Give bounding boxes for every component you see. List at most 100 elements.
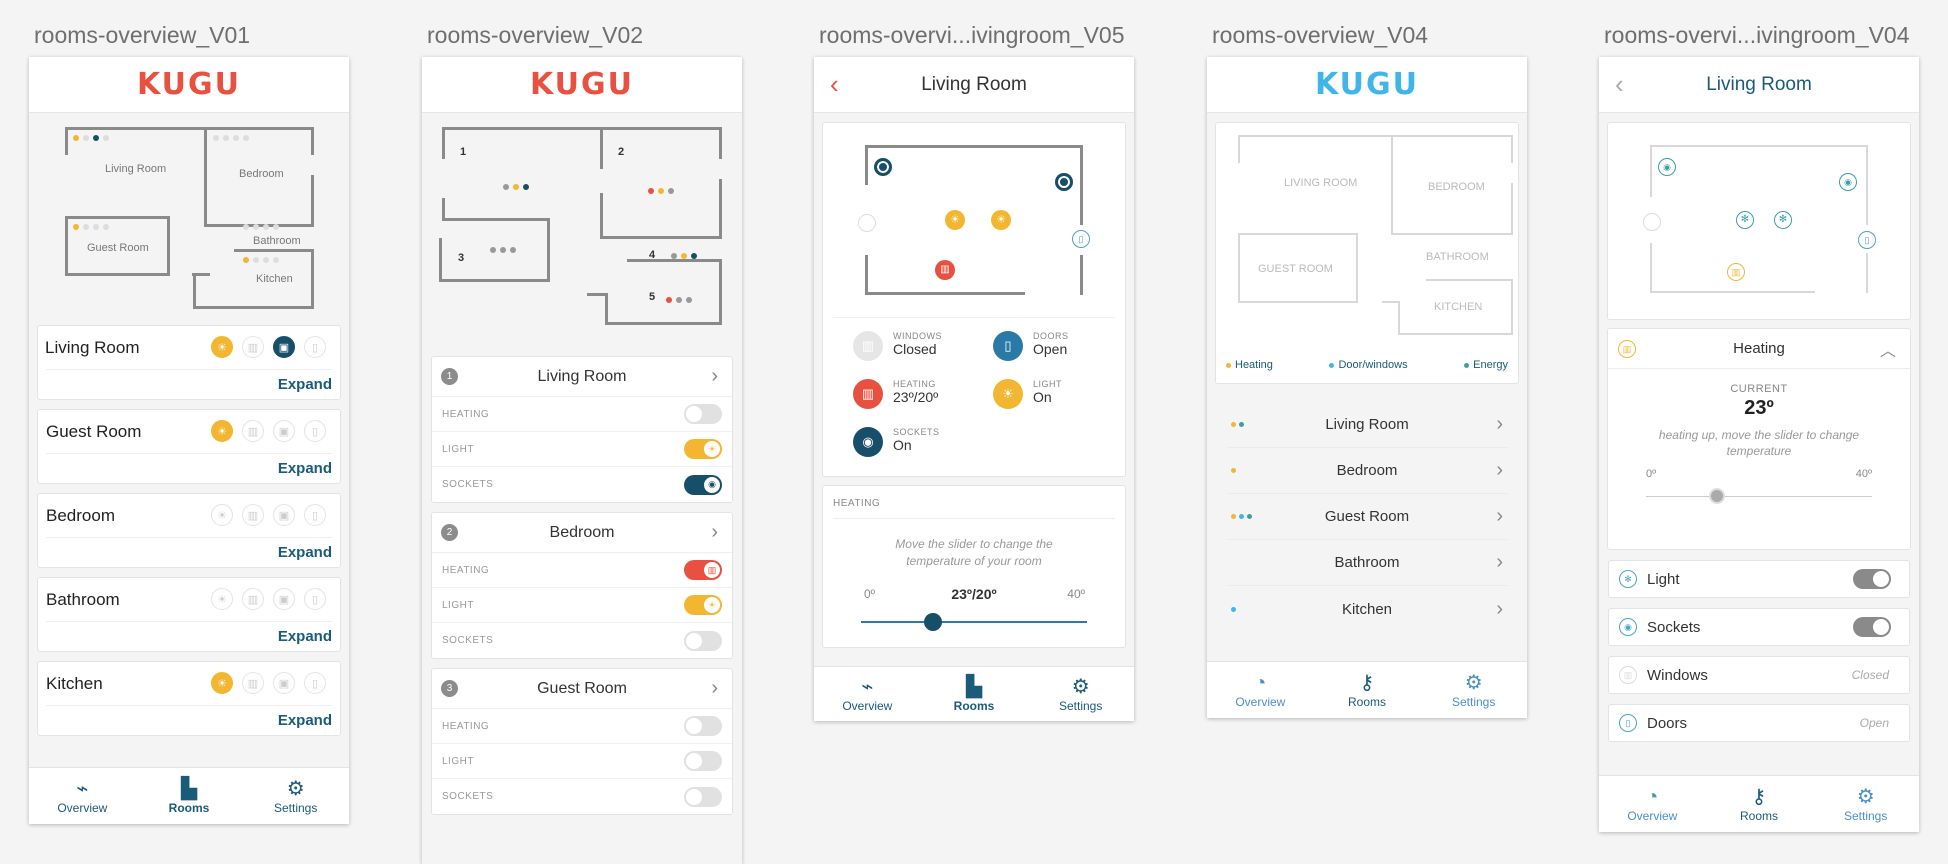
sockets-toggle[interactable]: ◉ xyxy=(684,474,722,495)
artboard-title-v04-living: rooms-overvi...ivingroom_V04 xyxy=(1604,22,1910,48)
tab-rooms[interactable]: ⚷ Rooms xyxy=(1706,776,1813,832)
heating-slider-track[interactable] xyxy=(1646,496,1872,497)
door-marker-icon[interactable]: ▯ xyxy=(1072,230,1090,248)
room-card[interactable]: 1 Living Room › HEATING LIGHT ☀ SOCKETS ◉ xyxy=(431,356,733,503)
light-row[interactable]: ✻ Light xyxy=(1608,560,1910,598)
sockets-toggle[interactable] xyxy=(684,786,722,807)
tab-rooms[interactable]: ▙ Rooms xyxy=(136,768,243,824)
heating-hint: Move the slider to change the temperatur… xyxy=(895,537,1053,568)
room-list-item[interactable]: Guest Room › xyxy=(1227,494,1507,540)
room-card[interactable]: Living Room ☀ ▥ ▣ ▯ Expand xyxy=(37,325,341,400)
socket-marker-icon[interactable]: ◉ xyxy=(1839,173,1857,191)
socket-marker-icon[interactable]: ◉ xyxy=(1658,158,1676,176)
tab-settings[interactable]: ⚙ Settings xyxy=(1027,667,1134,721)
socket-marker-icon[interactable] xyxy=(874,158,892,176)
door-icon: ▯ xyxy=(304,672,326,694)
heating-status: ▥ HEATING 23º/20º xyxy=(853,379,938,409)
tab-settings[interactable]: ⚙ Settings xyxy=(242,768,349,824)
light-icon: ☀ xyxy=(211,336,233,358)
room-name: Guest Room xyxy=(1324,508,1410,525)
room-card-header[interactable]: 2 Bedroom › xyxy=(432,513,732,553)
heating-toggle[interactable] xyxy=(684,404,722,424)
light-marker-icon[interactable]: ☀ xyxy=(991,210,1011,230)
row-name: Light xyxy=(1647,570,1680,588)
tab-label: Overview xyxy=(842,699,893,713)
room-name: Kitchen xyxy=(46,674,103,693)
chevron-up-icon[interactable]: ︿ xyxy=(1880,337,1896,361)
room-card[interactable]: Guest Room ☀ ▥ ▣ ▯ Expand xyxy=(37,409,341,484)
door-icon: ▯ xyxy=(1619,714,1637,732)
tab-rooms[interactable]: ⚷ Rooms xyxy=(1314,662,1421,718)
room-list-item[interactable]: Bedroom › xyxy=(1227,448,1507,494)
heating-slider-thumb[interactable] xyxy=(924,613,942,631)
window-marker-icon[interactable] xyxy=(1643,213,1661,231)
tab-overview[interactable]: ◔ Overview xyxy=(1599,776,1706,832)
window-marker-icon[interactable] xyxy=(858,214,876,232)
heating-panel-header[interactable]: ▥ Heating ︿ xyxy=(1608,329,1910,369)
back-chevron-icon[interactable]: ‹ xyxy=(830,69,839,100)
sockets-toggle[interactable] xyxy=(1853,617,1891,637)
room-card-header[interactable]: 1 Living Room › xyxy=(432,357,732,397)
artboard-title-v05: rooms-overvi...ivingroom_V05 xyxy=(819,22,1125,48)
light-toggle[interactable] xyxy=(1853,569,1891,589)
row-name: Sockets xyxy=(1647,618,1701,636)
sun-icon: ☀ xyxy=(993,379,1023,409)
windows-row[interactable]: ▥ Windows Closed xyxy=(1608,656,1910,694)
heating-icon: ▥ xyxy=(1618,339,1636,358)
tab-settings[interactable]: ⚙ Settings xyxy=(1420,662,1527,718)
door-icon: ▯ xyxy=(304,588,326,610)
expand-link[interactable]: Expand xyxy=(278,376,332,393)
light-toggle[interactable] xyxy=(684,751,722,771)
room-card[interactable]: Bedroom ☀ ▥ ▣ ▯ Expand xyxy=(37,493,341,568)
room-list-item[interactable]: Living Room › xyxy=(1227,402,1507,448)
door-icon: ▯ xyxy=(304,336,326,358)
door-icon: ▯ xyxy=(993,331,1023,361)
room-card[interactable]: 2 Bedroom › HEATING ▥ LIGHT ☀ SOCKETS xyxy=(431,512,733,659)
row-value: Closed xyxy=(1851,668,1889,682)
tab-rooms[interactable]: ▙ Rooms xyxy=(921,667,1028,721)
expand-link[interactable]: Expand xyxy=(278,712,332,729)
room-card-header[interactable]: 3 Guest Room › xyxy=(432,669,732,709)
stat-value: 23º/20º xyxy=(893,389,939,405)
heating-slider-thumb[interactable] xyxy=(1709,488,1725,504)
heating-marker-icon[interactable]: ▥ xyxy=(935,260,955,280)
light-marker-icon[interactable]: ☀ xyxy=(945,210,965,230)
room-list-item[interactable]: Bathroom › xyxy=(1227,540,1507,586)
chart-line-icon: ⌁ xyxy=(861,676,874,698)
row-label: LIGHT xyxy=(442,443,474,455)
window-icon: ▣ xyxy=(273,504,295,526)
row-label: HEATING xyxy=(442,408,490,420)
sockets-toggle[interactable] xyxy=(684,630,722,651)
door-icon: ▙ xyxy=(966,676,982,698)
light-toggle[interactable]: ☀ xyxy=(684,439,722,459)
light-marker-icon[interactable]: ✻ xyxy=(1736,211,1754,229)
heating-slider-track[interactable] xyxy=(861,621,1087,623)
room-name: Bathroom xyxy=(46,590,120,609)
plan-label: Guest Room xyxy=(87,242,149,254)
expand-link[interactable]: Expand xyxy=(278,628,332,645)
back-chevron-icon[interactable]: ‹ xyxy=(1615,69,1624,100)
tab-overview[interactable]: ⌁ Overview xyxy=(814,667,921,721)
light-toggle[interactable]: ☀ xyxy=(684,595,722,615)
sockets-row[interactable]: ◉ Sockets xyxy=(1608,608,1910,646)
light-marker-icon[interactable]: ✻ xyxy=(1774,211,1792,229)
door-marker-icon[interactable]: ▯ xyxy=(1858,231,1876,249)
room-card[interactable]: Bathroom ☀ ▥ ▣ ▯ Expand xyxy=(37,577,341,652)
heating-toggle[interactable]: ▥ xyxy=(684,560,722,580)
socket-marker-icon[interactable] xyxy=(1055,173,1073,191)
tab-settings[interactable]: ⚙ Settings xyxy=(1812,776,1919,832)
floor-plan-card: LIVING ROOM BEDROOM GUEST ROOM BATHROOM … xyxy=(1215,122,1519,384)
expand-link[interactable]: Expand xyxy=(278,544,332,561)
tab-overview[interactable]: ⌁ Overview xyxy=(29,768,136,824)
expand-link[interactable]: Expand xyxy=(278,460,332,477)
pie-chart-icon: ◔ xyxy=(1254,672,1267,694)
room-card[interactable]: 3 Guest Room › HEATING LIGHT SOCKETS xyxy=(431,668,733,815)
room-card[interactable]: Kitchen ☀ ▥ ▣ ▯ Expand xyxy=(37,661,341,736)
window-icon: ▥ xyxy=(1619,666,1637,684)
room-list-item[interactable]: Kitchen › xyxy=(1227,586,1507,632)
row-label: LIGHT xyxy=(442,599,474,611)
tab-overview[interactable]: ◔ Overview xyxy=(1207,662,1314,718)
heating-marker-icon[interactable]: ▥ xyxy=(1727,263,1745,281)
doors-row[interactable]: ▯ Doors Open xyxy=(1608,704,1910,742)
heating-toggle[interactable] xyxy=(684,716,722,736)
